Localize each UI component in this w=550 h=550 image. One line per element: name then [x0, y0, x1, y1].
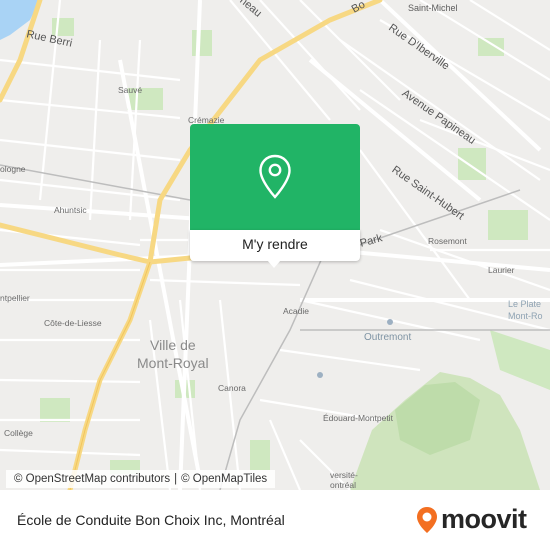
hood-label-outremont: Outremont	[364, 332, 412, 343]
area-label-saint-michel: Saint-Michel	[408, 3, 458, 13]
get-directions-button[interactable]: M'y rendre	[190, 236, 360, 252]
attribution-separator: |	[174, 473, 178, 485]
openmaptiles-attribution-link[interactable]: © OpenMapTiles	[181, 473, 267, 485]
osm-attribution-link[interactable]: © OpenStreetMap contributors	[14, 473, 170, 485]
hood-label-plateau-line2: Mont-Ro	[508, 311, 543, 321]
moovit-logo[interactable]: moovit	[416, 504, 527, 535]
station-label-rosemont: Rosemont	[428, 236, 467, 246]
moovit-pin-icon	[417, 506, 437, 533]
station-label-edouard-montpetit: Édouard-Montpetit	[323, 413, 393, 423]
location-pin-icon	[259, 154, 291, 199]
place-name: École de Conduite Bon Choix Inc, Montréa…	[17, 512, 285, 528]
station-label-ahuntsic: Ahuntsic	[54, 205, 87, 215]
station-label-bologne: ologne	[0, 164, 26, 174]
hood-label-mont-royal-line2: Mont-Royal	[137, 355, 209, 371]
station-label-montpellier: ntpellier	[0, 293, 30, 303]
map-view[interactable]: Rue Berri Bo neau Saint-Michel Rue D'Ibe…	[0, 0, 550, 490]
station-label-sauve: Sauvé	[118, 85, 143, 95]
station-label-acadie: Acadie	[283, 306, 309, 316]
attribution-bar: © OpenStreetMap contributors | © OpenMap…	[6, 470, 276, 488]
moovit-wordmark: moovit	[441, 504, 527, 534]
station-label-canora: Canora	[218, 383, 246, 393]
hood-label-plateau-line1: Le Plate	[508, 299, 542, 309]
station-label-laurier: Laurier	[488, 265, 515, 275]
station-label-cote-de-liesse: Côte-de-Liesse	[44, 318, 102, 328]
map-attribution: © OpenStreetMap contributors | © OpenMap…	[0, 470, 550, 490]
destination-popup[interactable]: M'y rendre	[190, 124, 360, 268]
station-label-college: Collège	[4, 428, 33, 438]
hood-label-mont-royal-line1: Ville de	[150, 337, 196, 353]
popup-pointer	[267, 260, 281, 268]
